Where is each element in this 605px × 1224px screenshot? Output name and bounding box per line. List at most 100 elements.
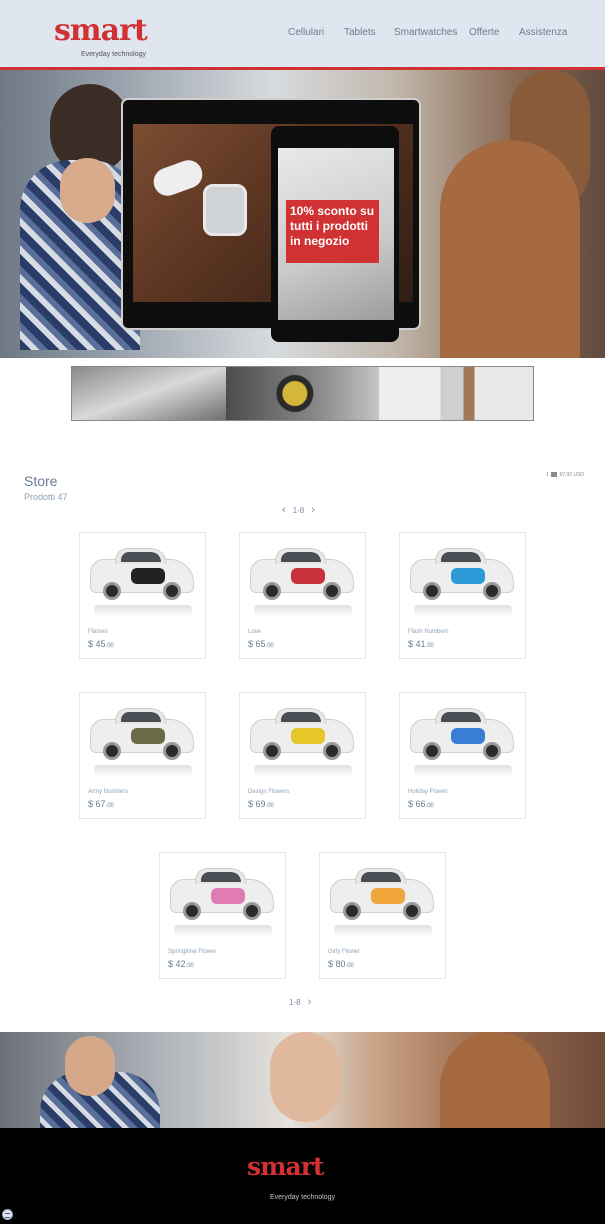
price-cents: .00	[265, 643, 274, 649]
cart-summary[interactable]: 1 67,00 USD	[546, 472, 584, 478]
product-name[interactable]: Army Numbers	[88, 789, 128, 795]
nav-item-tablets[interactable]: Tablets	[344, 27, 376, 38]
price-cents: .00	[425, 643, 434, 649]
product-price: $ 67.00	[88, 799, 114, 809]
nav-item-assistenza[interactable]: Assistenza	[519, 27, 567, 38]
product-price: $ 69.00	[248, 799, 274, 809]
chevron-left-icon[interactable]: ‹	[282, 504, 286, 516]
product-card[interactable]: Holiday Flower $ 66.00	[399, 692, 526, 819]
car-decal	[371, 888, 405, 904]
product-card[interactable]: Love $ 65.00	[239, 532, 366, 659]
banner-tablet-image[interactable]	[379, 367, 534, 420]
price-cents: .00	[345, 963, 354, 969]
product-name[interactable]: Holiday Flower	[408, 789, 448, 795]
product-card[interactable]: Springtime Flower $ 42.00	[159, 852, 286, 979]
car-wheel	[183, 902, 201, 920]
pagination-top: ‹ 1-8 ›	[282, 504, 322, 516]
product-name[interactable]: Flash Numbers	[408, 629, 449, 635]
car-window	[441, 552, 481, 562]
product-image[interactable]	[164, 859, 282, 939]
nav-item-offerte[interactable]: Offerte	[469, 27, 499, 38]
pagination-bottom: 1-8 ›	[289, 996, 318, 1008]
price-main: 69	[255, 799, 266, 809]
banner-laptop-image[interactable]	[72, 367, 226, 420]
price-main: 42	[175, 959, 186, 969]
product-image[interactable]	[84, 539, 202, 619]
car-window	[121, 712, 161, 722]
car-window	[441, 712, 481, 722]
product-price: $ 42.00	[168, 959, 194, 969]
car-reflection	[254, 765, 352, 777]
product-image[interactable]	[404, 539, 522, 619]
product-image[interactable]	[84, 699, 202, 779]
car-wheel	[423, 582, 441, 600]
footer-logo[interactable]: smart	[247, 1152, 324, 1181]
car-decal	[211, 888, 245, 904]
chat-icon[interactable]	[2, 1209, 13, 1220]
product-image[interactable]	[244, 699, 362, 779]
promo-badge: 10% sconto su tutti i prodotti in negozi…	[286, 200, 379, 263]
car-window	[361, 872, 401, 882]
product-image[interactable]	[324, 859, 442, 939]
car-window	[121, 552, 161, 562]
nav-item-cellulari[interactable]: Cellulari	[288, 27, 324, 38]
chevron-right-icon[interactable]: ›	[311, 504, 315, 516]
product-price: $ 41.00	[408, 639, 434, 649]
car-image	[90, 708, 194, 760]
product-name[interactable]: Design Flowers	[248, 789, 289, 795]
site-header: smart Everyday technology Cellulari Tabl…	[0, 0, 605, 67]
banner-smartwatch-image[interactable]	[225, 367, 380, 420]
product-card[interactable]: Girly Flower $ 80.00	[319, 852, 446, 979]
smartwatch-image	[203, 184, 247, 236]
car-wheel	[323, 742, 341, 760]
product-name[interactable]: Love	[248, 629, 261, 635]
price-main: 45	[95, 639, 106, 649]
price-main: 80	[335, 959, 346, 969]
car-image	[90, 548, 194, 600]
store-title: Store	[24, 473, 58, 489]
car-window	[201, 872, 241, 882]
car-wheel	[263, 742, 281, 760]
car-wheel	[403, 902, 421, 920]
car-wheel	[483, 582, 501, 600]
page-range: 1-8	[289, 998, 301, 1007]
car-image	[170, 868, 274, 920]
price-cents: .00	[265, 803, 274, 809]
product-image[interactable]	[244, 539, 362, 619]
product-price: $ 66.00	[408, 799, 434, 809]
chevron-right-icon[interactable]: ›	[308, 996, 312, 1008]
car-image	[250, 548, 354, 600]
product-card[interactable]: Flash Numbers $ 41.00	[399, 532, 526, 659]
product-name[interactable]: Girly Flower	[328, 949, 360, 955]
hero-banner[interactable]: 10% sconto su tutti i prodotti in negozi…	[0, 70, 605, 358]
car-window	[281, 712, 321, 722]
car-wheel	[423, 742, 441, 760]
price-currency: $	[88, 799, 96, 809]
price-currency: $	[248, 799, 256, 809]
car-decal	[451, 728, 485, 744]
car-image	[250, 708, 354, 760]
product-image[interactable]	[404, 699, 522, 779]
nav-item-smartwatches[interactable]: Smartwatches	[394, 27, 457, 38]
price-cents: .00	[425, 803, 434, 809]
price-currency: $	[408, 799, 416, 809]
car-wheel	[343, 902, 361, 920]
product-card[interactable]: Flames $ 45.00	[79, 532, 206, 659]
photo-person	[440, 1032, 550, 1128]
product-name[interactable]: Springtime Flower	[168, 949, 216, 955]
product-price: $ 80.00	[328, 959, 354, 969]
car-wheel	[163, 742, 181, 760]
car-wheel	[483, 742, 501, 760]
car-reflection	[94, 765, 192, 777]
product-card[interactable]: Army Numbers $ 67.00	[79, 692, 206, 819]
photo-person	[270, 1032, 340, 1122]
car-reflection	[174, 925, 272, 937]
cart-icon	[551, 472, 558, 478]
product-name[interactable]: Flames	[88, 629, 108, 635]
photo-person	[65, 1036, 115, 1096]
car-reflection	[414, 605, 512, 617]
price-currency: $	[248, 639, 256, 649]
site-logo[interactable]: smart	[54, 14, 148, 48]
product-card[interactable]: Design Flowers $ 69.00	[239, 692, 366, 819]
price-currency: $	[408, 639, 416, 649]
